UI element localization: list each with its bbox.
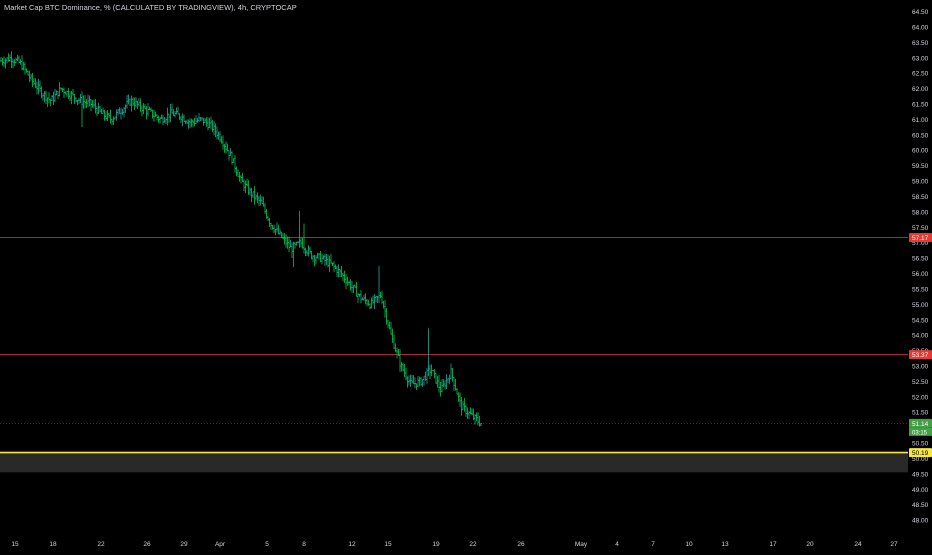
x-tick-label: 22 <box>469 541 477 548</box>
x-tick-label: 4 <box>615 541 619 548</box>
y-tick-label: 54.50 <box>912 317 929 324</box>
support-zone <box>0 450 908 473</box>
y-tick-label: 64.50 <box>912 9 929 16</box>
x-tick-label: 13 <box>721 541 729 548</box>
y-tick-label: 56.00 <box>912 271 929 278</box>
x-tick-label: 10 <box>685 541 693 548</box>
chart-area[interactable]: 64.50 64.00 63.50 63.00 62.50 62.00 61.50 61.00… <box>0 0 932 550</box>
y-tick-label: 57.50 <box>912 225 929 232</box>
y-tick-label: 59.50 <box>912 163 929 170</box>
x-tick-label: 24 <box>854 541 862 548</box>
x-tick-label: 27 <box>890 541 898 548</box>
chart-title: Market Cap BTC Dominance, % (CALCULATED … <box>4 3 297 12</box>
y-tick-label: 61.50 <box>912 102 929 109</box>
y-tick-label: 60.00 <box>912 148 929 155</box>
y-tick-label: 50.50 <box>912 441 929 448</box>
x-tick-label: 5 <box>265 541 269 548</box>
x-tick-label: 12 <box>348 541 356 548</box>
y-tick-label: 59.00 <box>912 179 929 186</box>
y-tick-label: 49.00 <box>912 487 929 494</box>
y-tick-label: 52.50 <box>912 379 929 386</box>
y-tick-label: 48.00 <box>912 518 929 525</box>
y-tick-label: 55.50 <box>912 286 929 293</box>
y-tick-label: 63.00 <box>912 55 929 62</box>
x-tick-label: 26 <box>143 541 151 548</box>
x-tick-label: 19 <box>432 541 440 548</box>
x-tick-label: Apr <box>215 541 226 548</box>
y-tick-label: 53.00 <box>912 364 929 371</box>
y-tick-label: 55.00 <box>912 302 929 309</box>
x-tick-label: 18 <box>49 541 57 548</box>
current-price-tag: 51.14 <box>912 421 929 428</box>
hline-price-tag: 57.17 <box>912 235 929 242</box>
x-tick-label: 17 <box>769 541 777 548</box>
x-tick-label: 20 <box>806 541 814 548</box>
y-tick-label: 52.00 <box>912 394 929 401</box>
y-tick-label: 64.00 <box>912 24 929 31</box>
x-tick-label: 29 <box>180 541 188 548</box>
x-tick-label: 7 <box>651 541 655 548</box>
x-tick-label: 15 <box>384 541 392 548</box>
y-tick-label: 51.50 <box>912 410 929 417</box>
y-tick-label: 60.50 <box>912 132 929 139</box>
y-tick-label: 61.00 <box>912 117 929 124</box>
hline-price-tag: 53.37 <box>912 352 929 359</box>
y-tick-label: 48.50 <box>912 502 929 509</box>
y-tick-label: 62.00 <box>912 86 929 93</box>
x-tick-label: May <box>575 541 588 548</box>
y-tick-label: 54.00 <box>912 333 929 340</box>
y-tick-label: 58.00 <box>912 209 929 216</box>
y-tick-label: 63.50 <box>912 40 929 47</box>
x-tick-label: 26 <box>517 541 525 548</box>
highlight-price-tag: 50.19 <box>912 450 929 457</box>
y-tick-label: 58.50 <box>912 194 929 201</box>
y-tick-label: 62.50 <box>912 71 929 78</box>
x-tick-label: 22 <box>97 541 105 548</box>
y-tick-label: 56.50 <box>912 256 929 263</box>
current-price-tag-countdown: 03:15 <box>912 430 928 436</box>
x-tick-label: 8 <box>302 541 306 548</box>
x-tick-label: 15 <box>11 541 19 548</box>
y-tick-label: 49.50 <box>912 471 929 478</box>
chart-svg[interactable]: 64.50 64.00 63.50 63.00 62.50 62.00 61.50 61.00… <box>0 0 932 550</box>
